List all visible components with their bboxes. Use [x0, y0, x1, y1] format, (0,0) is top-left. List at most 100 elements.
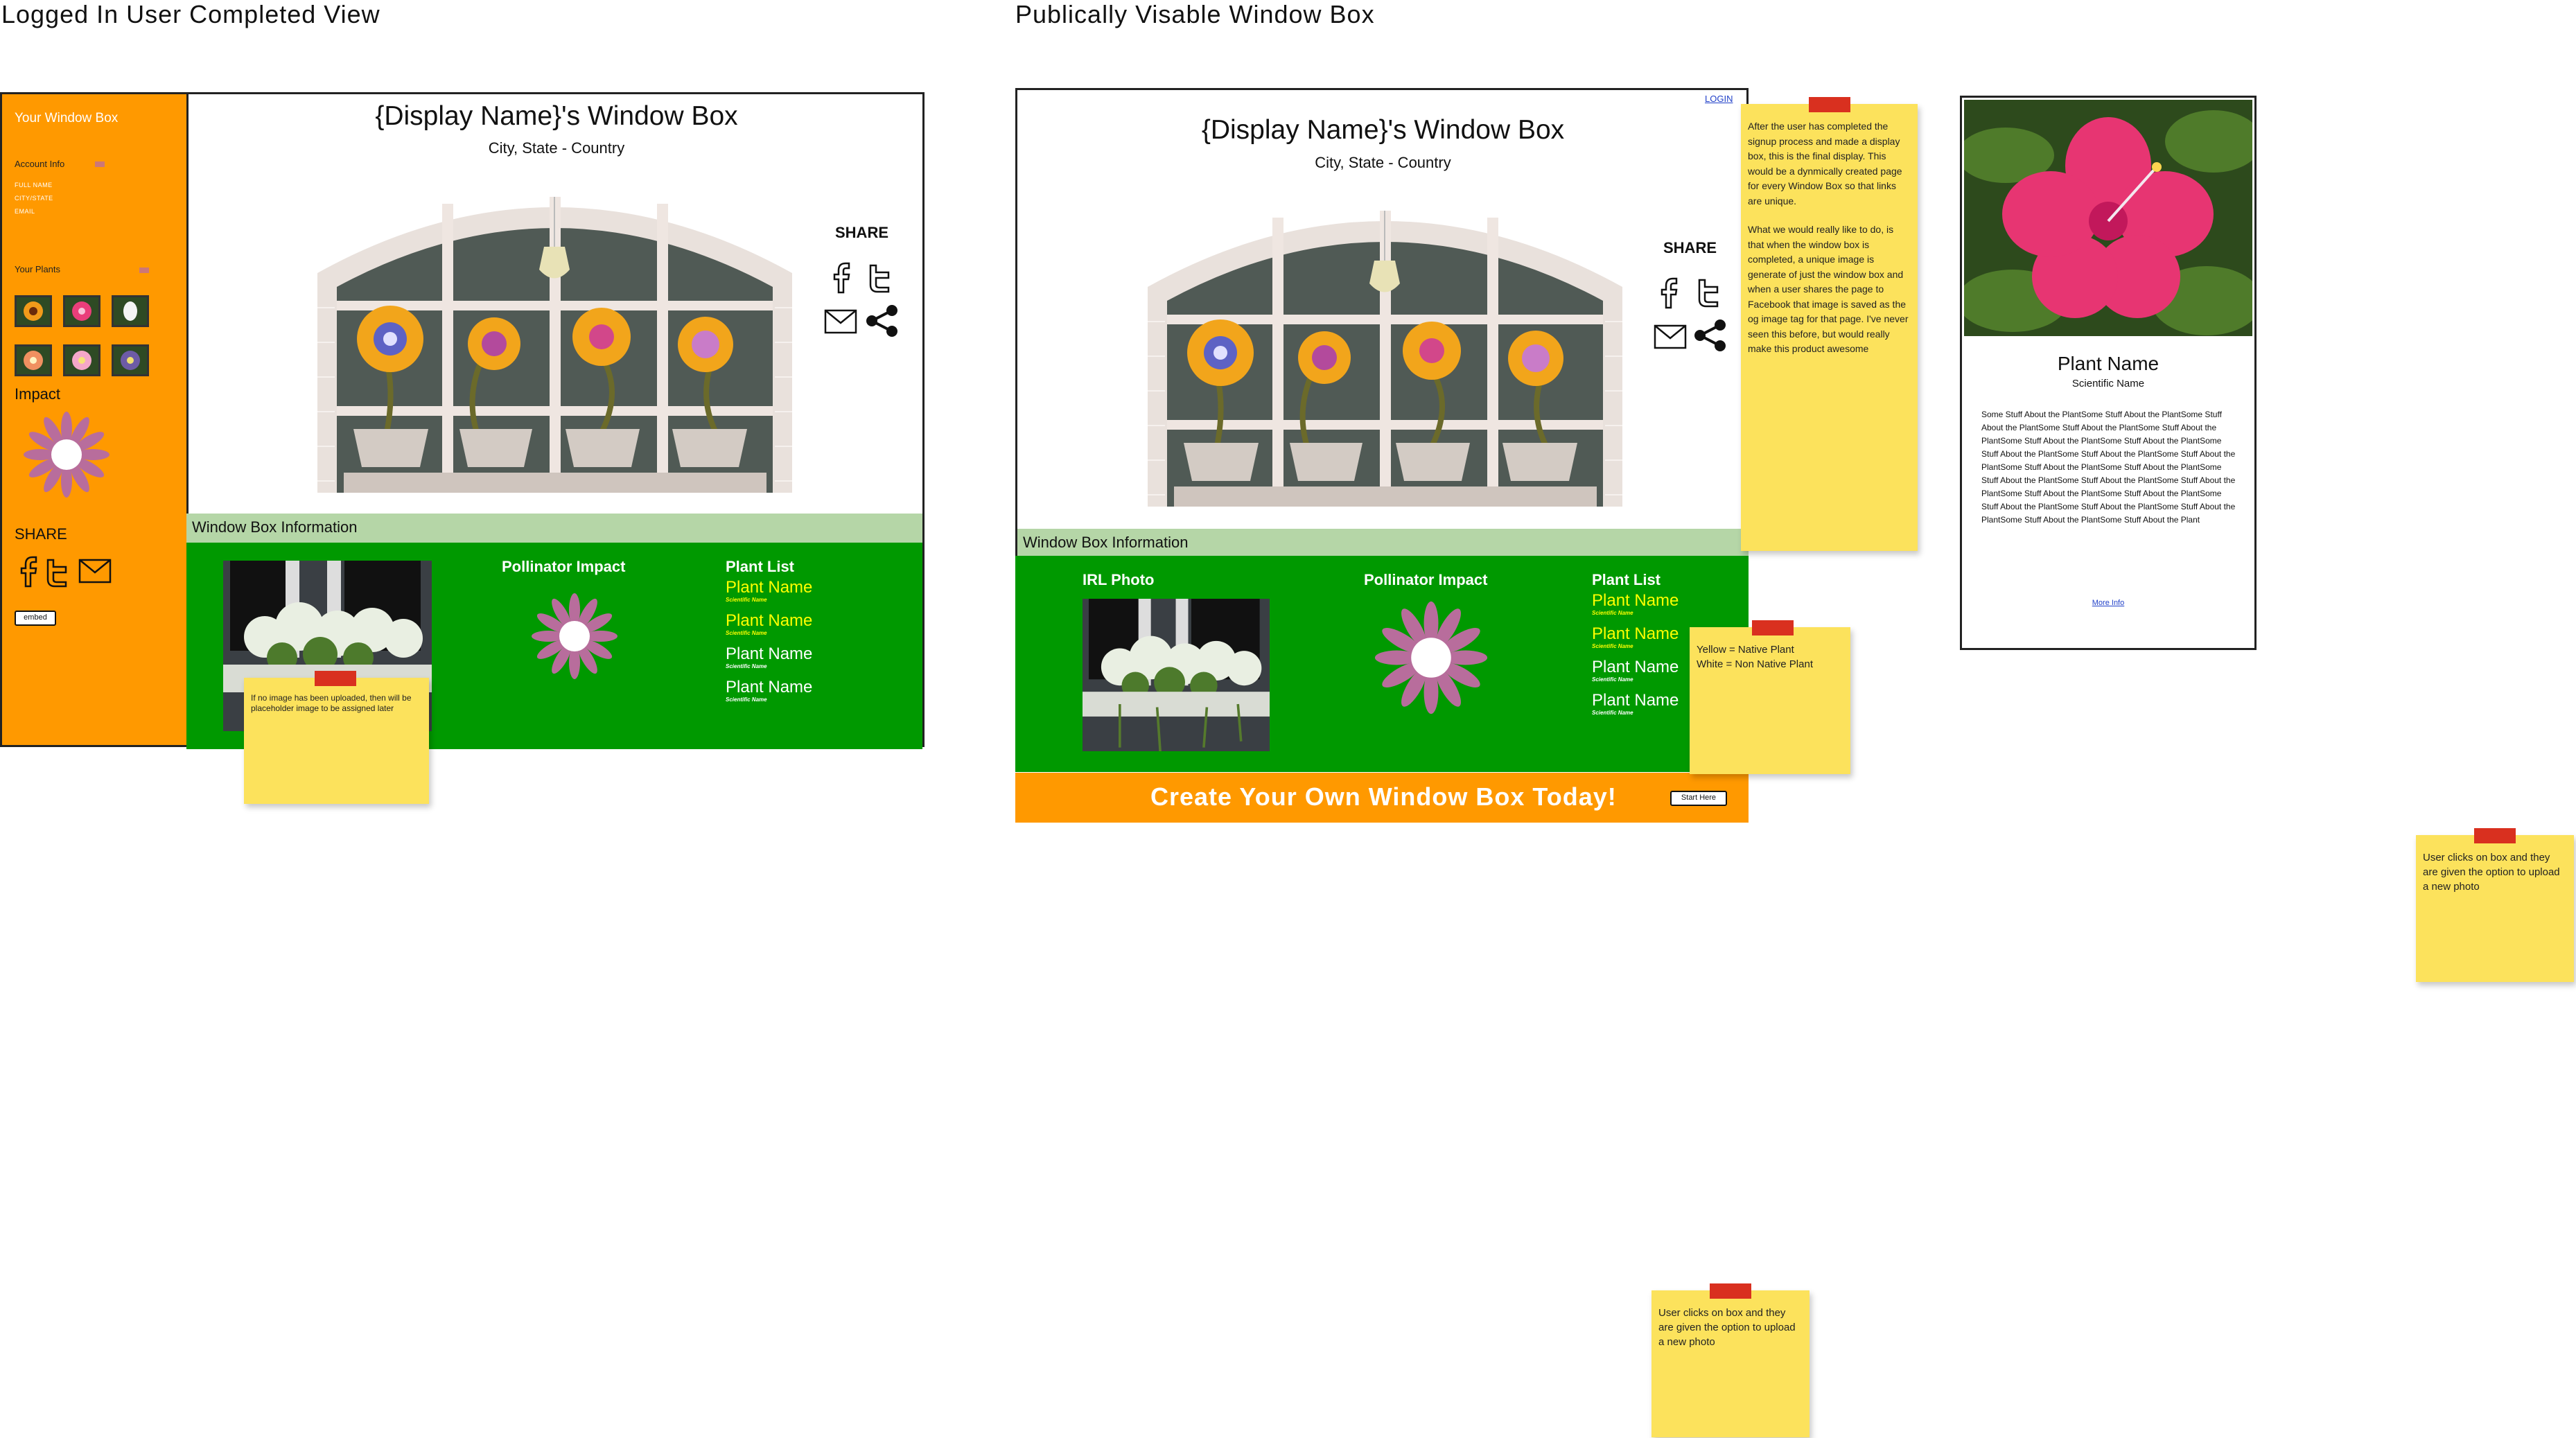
- plant-scientific-name: Scientific Name: [1592, 610, 1633, 616]
- start-here-button[interactable]: Start Here: [1670, 791, 1727, 806]
- sidebar: Your Window Box Account Info FULL NAME C…: [2, 94, 189, 745]
- sidebar-heading: Your Window Box: [15, 111, 119, 125]
- sticky-note-text: User clicks on box and they are given th…: [2423, 852, 2560, 893]
- irl-photo-heading: IRL Photo: [1083, 571, 1155, 588]
- card-plant-name: Plant Name: [2057, 353, 2159, 374]
- public-facebook-icon[interactable]: [1658, 276, 1681, 309]
- login-link[interactable]: LOGIN: [1705, 94, 1733, 104]
- plant-photo: [1957, 100, 2262, 336]
- window-box-illustration[interactable]: [310, 183, 799, 496]
- embed-button[interactable]: embed: [15, 611, 56, 626]
- signup-sticky-note: After the user has completed the signup …: [1741, 97, 1918, 551]
- public-info-bar: Window Box Information: [1017, 529, 1749, 558]
- plant-name: Plant Name: [726, 645, 813, 663]
- plant-name: Plant Name: [1592, 591, 1679, 610]
- public-window-box-frame: LOGIN {Display Name}'s Window Box City, …: [1015, 88, 1749, 620]
- share-email-icon[interactable]: [824, 309, 857, 334]
- left-section-title: Logged In User Completed View: [1, 0, 380, 28]
- plant-list-item[interactable]: Plant Name Scientific Name: [726, 579, 812, 612]
- plant-scientific-name: Scientific Name: [726, 663, 767, 669]
- plant-scientific-name: Scientific Name: [726, 696, 767, 703]
- plant-thumb-2[interactable]: [63, 295, 100, 327]
- plant-thumb-4[interactable]: [15, 344, 52, 376]
- field-email: EMAIL: [15, 208, 35, 215]
- edit-icon[interactable]: [95, 161, 105, 167]
- edit-plants-icon[interactable]: [139, 268, 149, 273]
- impact-label: Impact: [15, 385, 61, 403]
- plant-name: Plant Name: [1592, 658, 1679, 676]
- plant-info-card: Plant Name Scientific Name Some Stuff Ab…: [1957, 96, 2262, 650]
- sticky-note-text: After the user has completed the signup …: [1748, 121, 1902, 207]
- share-network-icon[interactable]: [866, 304, 899, 337]
- field-city-state: CITY/STATE: [15, 195, 53, 202]
- public-share-network-icon[interactable]: [1694, 319, 1727, 352]
- public-section-title: Publically Visable Window Box: [1015, 0, 1375, 28]
- plant-thumb-1[interactable]: [15, 295, 52, 327]
- share-twitter-icon[interactable]: [866, 263, 894, 293]
- location-text: City, State - Country: [488, 139, 625, 157]
- plant-scientific-name: Scientific Name: [726, 630, 767, 636]
- page-title: {Display Name}'s Window Box: [375, 101, 738, 131]
- more-info-link[interactable]: More Info: [1962, 599, 2254, 607]
- placeholder-sticky-note: If no image has been uploaded, then will…: [244, 671, 429, 804]
- public-share-label: SHARE: [1663, 239, 1717, 256]
- tape: [1809, 97, 1850, 112]
- public-twitter-icon[interactable]: [1695, 277, 1723, 308]
- plant-list-item[interactable]: Plant Name Scientific Name: [726, 612, 812, 645]
- plant-thumb-6[interactable]: [112, 344, 149, 376]
- sticky-note-text: User clicks on box and they are given th…: [1658, 1307, 1796, 1348]
- tape: [1710, 1283, 1751, 1299]
- plant-list-item[interactable]: Plant Name Scientific Name: [1592, 692, 1679, 725]
- account-fields: FULL NAME CITY/STATE EMAIL: [15, 179, 53, 218]
- public-pollinator-impact-heading: Pollinator Impact: [1364, 571, 1488, 588]
- pollinator-flower-icon: [529, 591, 620, 685]
- plant-thumb-5[interactable]: [63, 344, 100, 376]
- public-irl-photo[interactable]: [1083, 599, 1270, 752]
- window-box-info-bar: Window Box Information: [186, 514, 922, 543]
- plant-list-item[interactable]: Plant Name Scientific Name: [726, 645, 812, 678]
- account-info-link[interactable]: Account Info: [15, 159, 64, 169]
- plant-thumb-3[interactable]: [112, 295, 149, 327]
- twitter-icon[interactable]: [44, 557, 71, 588]
- pollinator-impact-heading: Pollinator Impact: [502, 558, 626, 575]
- logged-in-window-box-frame: Your Window Box Account Info FULL NAME C…: [0, 92, 925, 749]
- public-pollinator-flower-icon: [1372, 599, 1490, 720]
- plant-thumbnails: [15, 295, 149, 376]
- share-label: SHARE: [835, 224, 889, 241]
- legend-white: White = Non Native Plant: [1697, 658, 1813, 670]
- plant-name: Plant Name: [1592, 691, 1679, 710]
- public-location-text: City, State - Country: [1315, 154, 1451, 171]
- card-description: Some Stuff About the PlantSome Stuff Abo…: [1981, 410, 2236, 525]
- share-facebook-icon[interactable]: [830, 261, 854, 294]
- public-window-box-illustration[interactable]: [1141, 197, 1629, 510]
- plant-scientific-name: Scientific Name: [1592, 710, 1633, 716]
- legend-yellow: Yellow = Native Plant: [1697, 644, 1794, 656]
- plant-name: Plant Name: [726, 611, 813, 630]
- tape: [2474, 828, 2516, 843]
- plant-scientific-name: Scientific Name: [726, 597, 767, 603]
- sticky-note-text: If no image has been uploaded, then will…: [251, 693, 412, 713]
- public-plant-list: Plant Name Scientific Name Plant Name Sc…: [1592, 592, 1679, 725]
- plant-list-heading: Plant List: [726, 558, 795, 575]
- plant-list-item[interactable]: Plant Name Scientific Name: [1592, 625, 1679, 658]
- card-scientific-name: Scientific Name: [2071, 378, 2145, 389]
- facebook-icon[interactable]: [17, 554, 41, 588]
- cta-banner: Create Your Own Window Box Today! Start …: [1015, 773, 1749, 823]
- plant-list: Plant Name Scientific Name Plant Name Sc…: [726, 579, 812, 712]
- public-email-icon[interactable]: [1654, 324, 1687, 349]
- sidebar-share-label: SHARE: [15, 525, 67, 543]
- tape: [315, 671, 356, 686]
- public-plant-list-heading: Plant List: [1592, 571, 1661, 588]
- plant-name: Plant Name: [726, 578, 813, 597]
- public-info-panel: IRL Photo Pollinator Impact Plant List P…: [1015, 556, 1749, 772]
- cta-text: Create Your Own Window Box Today!: [1150, 782, 1617, 811]
- plant-list-item[interactable]: Plant Name Scientific Name: [726, 678, 812, 712]
- plant-list-item[interactable]: Plant Name Scientific Name: [1592, 592, 1679, 625]
- plant-scientific-name: Scientific Name: [1592, 676, 1633, 683]
- upload-sticky-note: User clicks on box and they are given th…: [2416, 828, 2574, 982]
- plant-scientific-name: Scientific Name: [1592, 643, 1633, 649]
- plant-list-item[interactable]: Plant Name Scientific Name: [1592, 658, 1679, 692]
- public-page-title: {Display Name}'s Window Box: [1201, 115, 1565, 145]
- email-icon[interactable]: [78, 559, 112, 584]
- plant-name: Plant Name: [1592, 624, 1679, 643]
